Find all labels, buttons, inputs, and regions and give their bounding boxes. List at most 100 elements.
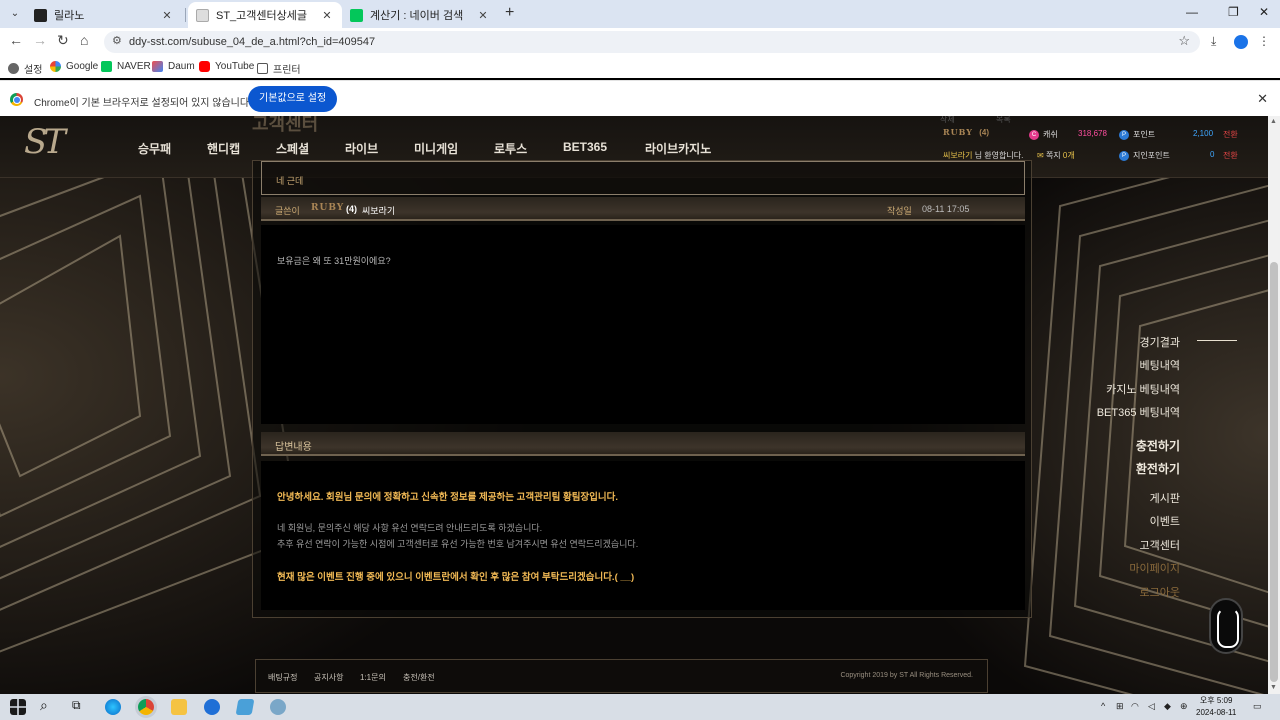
tab-3[interactable]: 계산기 : 네이버 검색 ✕: [342, 2, 498, 28]
side-menu-event[interactable]: 이벤트: [1150, 513, 1180, 529]
address-bar[interactable]: ⚙ ddy-sst.com/subuse_04_de_a.html?ch_id=…: [104, 31, 1200, 53]
app-icon-3[interactable]: [270, 699, 286, 715]
side-menu-casino-bet-history[interactable]: 카지노 베팅내역: [1106, 381, 1180, 397]
bookmark-daum[interactable]: Daum: [152, 61, 195, 72]
reply-header: 답변내용: [275, 442, 312, 453]
menu-icon[interactable]: ⋮: [1258, 34, 1270, 48]
url-text[interactable]: ddy-sst.com/subuse_04_de_a.html?ch_id=40…: [129, 36, 375, 48]
nav-item-8[interactable]: 라이브카지노: [645, 140, 711, 157]
site-logo[interactable]: ST: [24, 122, 66, 162]
forward-icon[interactable]: →: [33, 32, 47, 48]
message-info[interactable]: ✉ 쪽지 0개: [1037, 150, 1075, 161]
point-convert-button[interactable]: 전환: [1223, 129, 1238, 140]
list-button[interactable]: 목록: [996, 116, 1011, 125]
restore-icon[interactable]: ❐: [1228, 5, 1239, 19]
search-icon[interactable]: ⌕: [40, 697, 56, 713]
referral-convert-button[interactable]: 전환: [1223, 150, 1238, 161]
tab-divider: [185, 8, 186, 22]
nav-item-3[interactable]: 스페셜: [276, 140, 309, 157]
volume-icon[interactable]: ◁: [1148, 701, 1155, 712]
bookmark-youtube[interactable]: YouTube: [199, 61, 254, 72]
language-icon[interactable]: ⊕: [1180, 701, 1188, 712]
page-scrollbar[interactable]: ▲ ▼: [1268, 116, 1280, 694]
side-menu-mypage[interactable]: 마이페이지: [1129, 560, 1180, 576]
bookmark-google[interactable]: Google: [50, 61, 98, 72]
file-explorer-icon[interactable]: [171, 699, 187, 715]
nav-item-4[interactable]: 라이브: [345, 140, 378, 157]
wifi-icon[interactable]: ◠: [1131, 701, 1139, 712]
back-icon[interactable]: ←: [9, 32, 23, 48]
bookmark-star-icon[interactable]: ☆: [1178, 33, 1190, 49]
profile-avatar-icon[interactable]: [1234, 35, 1248, 49]
tray-overflow-icon[interactable]: ^: [1101, 701, 1105, 711]
post-detail-board: 네 근데 글쓴이 RUBY (4) 씨보라기 작성일 08-11 17:05 보…: [252, 160, 1032, 618]
app-icon-1[interactable]: [204, 699, 220, 715]
default-browser-infobar: Chrome이 기본 브라우저로 설정되어 있지 않습니다 기본값으로 설정 ✕: [0, 80, 1280, 116]
task-view-icon[interactable]: ⧉: [72, 698, 88, 714]
bookmark-naver[interactable]: NAVER: [101, 61, 151, 72]
side-menu-bet365-history[interactable]: BET365 베팅내역: [1097, 404, 1180, 420]
side-menu-board[interactable]: 게시판: [1150, 490, 1180, 506]
nav-item-7[interactable]: BET365: [563, 140, 607, 154]
close-infobar-icon[interactable]: ✕: [1257, 91, 1268, 107]
reply-line-1: 네 회원님, 문의주신 해당 사항 유선 연락드려 안내드리도록 하겠습니다.: [277, 523, 543, 533]
gear-icon: [8, 63, 19, 74]
delete-button[interactable]: 삭제: [940, 116, 955, 125]
scrollbar-thumb[interactable]: [1270, 262, 1278, 682]
side-menu-deposit[interactable]: 충전하기: [1136, 437, 1180, 454]
footer-link-inquiry[interactable]: 1:1문의: [360, 672, 386, 683]
author-grade: RUBY: [311, 203, 345, 213]
post-subject: 네 근데: [276, 176, 304, 186]
nav-item-5[interactable]: 미니게임: [414, 140, 458, 157]
minimize-icon[interactable]: —: [1186, 5, 1198, 19]
set-default-button[interactable]: 기본값으로 설정: [248, 86, 338, 112]
tab-1[interactable]: 릴라노 ✕: [26, 2, 182, 28]
system-clock[interactable]: 오후 5:09 2024-08-11: [1196, 695, 1236, 719]
bookmark-printer-folder[interactable]: 프린터: [257, 61, 301, 76]
post-meta-bar: 글쓴이 RUBY (4) 씨보라기 작성일 08-11 17:05: [261, 197, 1025, 221]
page-title: 고객센터: [252, 116, 319, 134]
nav-item-1[interactable]: 승무패: [138, 140, 171, 157]
close-tab-icon[interactable]: ✕: [160, 9, 174, 22]
bookmark-settings[interactable]: 설정: [8, 61, 42, 76]
download-icon[interactable]: ⤓: [1211, 34, 1216, 49]
home-icon[interactable]: ⌂: [80, 32, 88, 48]
nav-item-6[interactable]: 로투스: [494, 140, 527, 157]
author-label: 글쓴이: [275, 206, 300, 216]
side-menu-bet-history[interactable]: 베팅내역: [1140, 357, 1180, 373]
tab-2-active[interactable]: ST_고객센터상세글 ✕: [188, 2, 342, 28]
close-tab-icon[interactable]: ✕: [320, 9, 334, 22]
post-body-panel: 보유금은 왜 또 31만원이에요?: [261, 225, 1025, 424]
side-menu-results[interactable]: 경기결과: [1140, 334, 1180, 350]
footer-link-rules[interactable]: 배팅규정: [268, 672, 297, 683]
browser-toolbar: ← → ↻ ⌂ ⚙ ddy-sst.com/subuse_04_de_a.htm…: [0, 28, 1280, 56]
close-tab-icon[interactable]: ✕: [476, 9, 490, 22]
security-icon[interactable]: ◆: [1164, 701, 1171, 712]
referral-point-info: P 지인포인트: [1119, 150, 1170, 161]
tray-app-icon[interactable]: ⊞: [1116, 701, 1124, 712]
reply-line-2: 추후 유선 연락이 가능한 시점에 고객센터로 유선 가능한 번호 남겨주시면 …: [277, 539, 639, 549]
chat-widget-icon[interactable]: [1209, 598, 1243, 654]
post-body: 보유금은 왜 또 31만원이에요?: [277, 256, 391, 266]
reload-icon[interactable]: ↻: [57, 32, 69, 49]
footer-link-deposit-withdraw[interactable]: 충전/환전: [403, 672, 435, 683]
site-info-icon[interactable]: ⚙: [112, 34, 122, 47]
close-window-icon[interactable]: ✕: [1259, 5, 1269, 19]
start-icon[interactable]: [10, 699, 26, 715]
app-icon-2[interactable]: [235, 699, 255, 715]
chrome-icon[interactable]: [138, 699, 154, 715]
scroll-down-icon[interactable]: ▼: [1270, 684, 1277, 691]
naver-icon: [101, 61, 112, 72]
new-tab-icon[interactable]: +: [505, 4, 514, 22]
nav-item-2[interactable]: 핸디캡: [207, 140, 240, 157]
daum-icon: [152, 61, 163, 72]
tab-search-icon[interactable]: ⌄: [6, 5, 24, 23]
footer-link-notice[interactable]: 공지사항: [314, 672, 343, 683]
side-menu-logout[interactable]: 로그아웃: [1140, 584, 1180, 600]
notification-icon[interactable]: ▭: [1253, 701, 1262, 712]
side-menu-withdraw[interactable]: 환전하기: [1136, 460, 1180, 477]
edge-icon[interactable]: [105, 699, 121, 715]
side-menu-support[interactable]: 고객센터: [1140, 537, 1180, 553]
reply-header-bar: 답변내용: [261, 432, 1025, 456]
scroll-up-icon[interactable]: ▲: [1270, 118, 1277, 125]
